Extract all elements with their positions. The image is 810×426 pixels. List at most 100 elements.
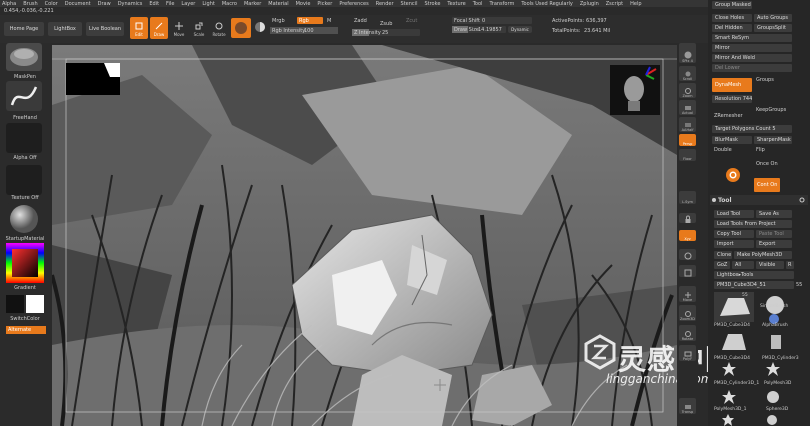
menu-item-file[interactable]: File — [166, 1, 174, 7]
menu-item-stroke[interactable]: Stroke — [424, 1, 440, 7]
menu-item-render[interactable]: Render — [376, 1, 394, 7]
tool-item-polymesh3d[interactable]: PolyMesh3D — [764, 381, 791, 386]
menu-item-marker[interactable]: Marker — [244, 1, 261, 7]
menu-item-zscript[interactable]: Zscript — [606, 1, 623, 7]
edit-button[interactable]: Edit — [130, 17, 148, 39]
copy-tool-button[interactable]: Copy Tool — [714, 230, 754, 238]
visible-button[interactable]: Visible — [756, 261, 784, 269]
texture-thumbnail[interactable] — [6, 165, 42, 195]
menu-item-stencil[interactable]: Stencil — [401, 1, 418, 7]
lock-button[interactable] — [679, 213, 696, 223]
menu-item-preferences[interactable]: Preferences — [339, 1, 368, 7]
star-tool-icon-2[interactable] — [766, 362, 780, 376]
tool-item-alphabrush[interactable]: AlphaBrush — [762, 323, 788, 328]
once-on-toggle[interactable]: Once On — [756, 161, 778, 167]
zadd-toggle[interactable]: Zadd — [354, 18, 367, 24]
zoom3d-button[interactable]: Zoom3D — [679, 305, 696, 321]
menu-item-zplugin[interactable]: Zplugin — [580, 1, 599, 7]
tool-item-polymesh3d-1[interactable]: PolyMesh3D_1 — [714, 407, 747, 412]
rgb-toggle[interactable]: Rgb — [297, 17, 323, 24]
zoom-button[interactable]: Zoom — [679, 83, 696, 98]
secondary-color-swatch[interactable] — [26, 295, 44, 313]
menu-item-brush[interactable]: Brush — [23, 1, 37, 7]
menu-item-material[interactable]: Material — [268, 1, 288, 7]
cont-on-button[interactable]: Cont On — [754, 178, 780, 192]
move-view-button[interactable]: Move — [679, 286, 696, 302]
groups-split-button[interactable]: GroupsSplit — [754, 24, 792, 32]
blur-mask-button[interactable]: BlurMask — [712, 136, 752, 144]
close-holes-button[interactable]: Close Holes — [712, 14, 752, 22]
frame-button[interactable] — [679, 265, 696, 277]
persp-button[interactable]: Persp — [679, 134, 696, 146]
goz-button[interactable]: GoZ — [714, 261, 730, 269]
tool-item-cylinder3[interactable]: PM3D_Cylinder3 — [762, 356, 799, 361]
zsub-toggle[interactable]: Zsub — [380, 21, 392, 27]
save-as-button[interactable]: Save As — [756, 210, 792, 218]
zremesher-button[interactable]: ZRemesher — [714, 113, 743, 119]
menu-item-picker[interactable]: Picker — [317, 1, 332, 7]
sharpen-mask-button[interactable]: SharpenMask — [754, 136, 792, 144]
lightbox-button[interactable]: LightBox — [48, 22, 82, 36]
z-intensity-slider[interactable]: Z Intensity 25 — [352, 29, 420, 36]
navigation-gizmo[interactable] — [610, 65, 660, 115]
auto-groups-button[interactable]: Auto Groups — [754, 14, 792, 22]
material-thumbnail[interactable] — [6, 203, 42, 235]
target-polygons-slider[interactable]: Target Polygons Count 5 — [712, 125, 792, 133]
rgb-intensity-slider[interactable]: Rgb Intensity 100 — [270, 27, 338, 34]
draw-size-slider[interactable]: Draw Size 14.19857 — [452, 26, 506, 33]
tool-thumbnail-cyl[interactable] — [766, 332, 786, 352]
menu-item-help[interactable]: Help — [630, 1, 641, 7]
import-button[interactable]: Import — [714, 240, 754, 248]
floor-button[interactable]: Floor — [679, 149, 696, 161]
menu-item-tools-used-regularly[interactable]: Tools Used Regularly — [521, 1, 573, 7]
menu-item-layer[interactable]: Layer — [181, 1, 195, 7]
transp-button[interactable]: Transp — [679, 398, 696, 414]
mirror-button[interactable]: Mirror — [712, 44, 792, 52]
mirror-and-weld-button[interactable]: Mirror And Weld — [712, 54, 792, 62]
del-lower-button[interactable]: Del Lower — [712, 64, 792, 72]
menu-item-tool[interactable]: Tool — [473, 1, 483, 7]
groups-toggle[interactable]: Groups — [756, 77, 774, 83]
mrgb-toggle[interactable]: Mrgb — [272, 18, 285, 24]
menu-item-dynamics[interactable]: Dynamics — [118, 1, 143, 7]
tool-item-cube3d4[interactable]: PM3D_Cube3D4 — [714, 323, 750, 328]
rec-ring-icon[interactable] — [724, 166, 742, 184]
r-button[interactable]: R — [786, 261, 794, 269]
export-button[interactable]: Export — [756, 240, 792, 248]
m-toggle[interactable]: M — [327, 18, 331, 24]
actual-button[interactable]: Actual — [679, 100, 696, 115]
scroll-button[interactable]: Scroll — [679, 66, 696, 81]
refresh-icon[interactable] — [799, 197, 805, 203]
color-picker[interactable] — [6, 243, 44, 283]
polyf-button[interactable]: PolyF — [679, 345, 696, 361]
tool-item-cylinder3d-1[interactable]: PM3D_Cylinder3D_1 — [714, 381, 759, 386]
load-tools-from-project-button[interactable]: Load Tools From Project — [714, 220, 792, 228]
double-toggle[interactable]: Double — [714, 147, 732, 153]
current-tool-slider[interactable]: PM3D_Cube3D4_51 — [714, 281, 794, 289]
menu-item-macro[interactable]: Macro — [222, 1, 237, 7]
load-tool-button[interactable]: Load Tool — [714, 210, 754, 218]
tool-thumbnail-cube[interactable]: 55 — [714, 292, 754, 322]
del-hidden-button[interactable]: Del Hidden — [712, 24, 752, 32]
star-tool-icon-3[interactable] — [722, 390, 736, 404]
home-page-button[interactable]: Home Page — [4, 22, 44, 36]
main-color-swatch[interactable] — [6, 295, 24, 313]
xyz-button[interactable]: Xyz — [679, 230, 696, 241]
resolution-slider[interactable]: Resolution 744 — [712, 95, 752, 103]
brush-thumbnail[interactable] — [6, 43, 42, 71]
tool-thumbnail-cylinder[interactable] — [720, 330, 748, 354]
menu-item-document[interactable]: Document — [65, 1, 91, 7]
alternate-button[interactable]: Alternate — [6, 326, 46, 334]
menu-item-edit[interactable]: Edit — [149, 1, 159, 7]
menu-item-color[interactable]: Color — [45, 1, 58, 7]
menu-item-light[interactable]: Light — [202, 1, 214, 7]
sphere-tool-icon-2[interactable] — [766, 390, 780, 404]
aahalf-button[interactable]: AAHalf — [679, 117, 696, 132]
star-tool-icon[interactable] — [722, 362, 736, 376]
all-button[interactable]: All — [732, 261, 754, 269]
keep-groups-toggle[interactable]: KeepGroups — [756, 107, 786, 113]
flip-toggle[interactable]: Flip — [756, 147, 765, 153]
menu-item-texture[interactable]: Texture — [447, 1, 465, 7]
tool-item-cube3d4-2[interactable]: PM3D_Cube3D4 — [714, 356, 750, 361]
menu-item-alpha[interactable]: Alpha — [2, 1, 16, 7]
